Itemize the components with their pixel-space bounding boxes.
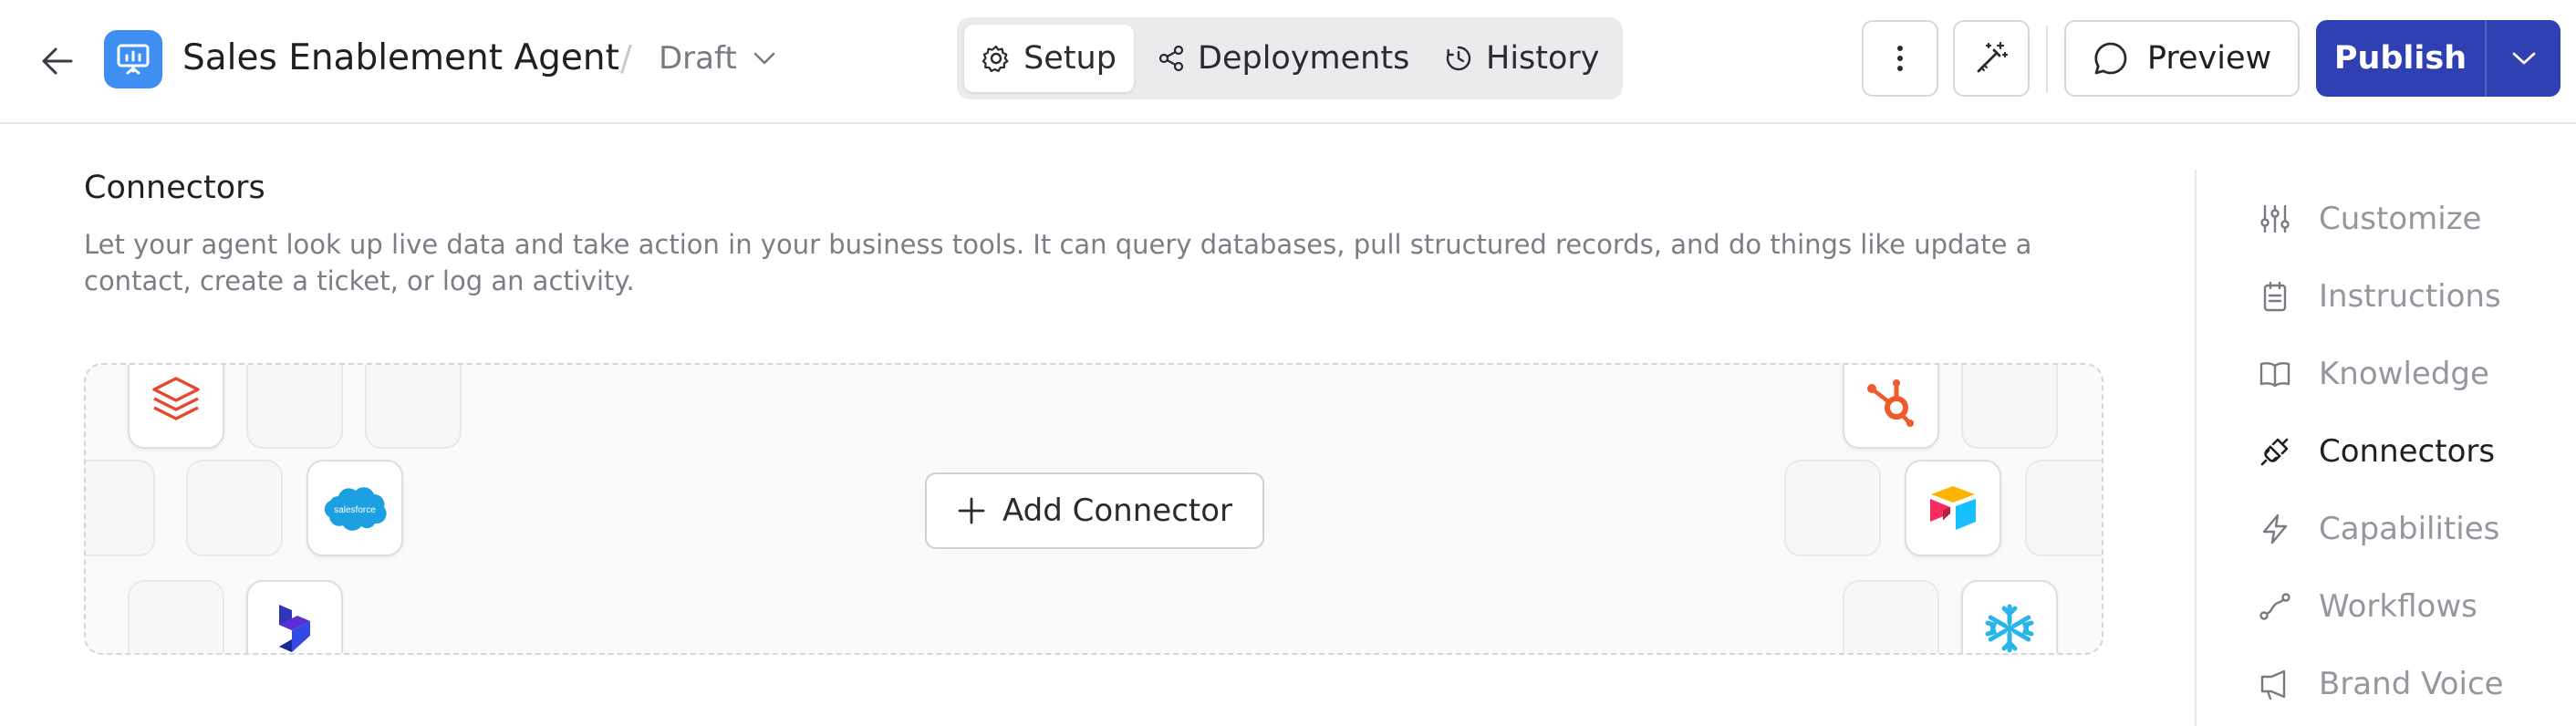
connector-tile-airtable[interactable] <box>1905 460 2001 556</box>
tab-label: History <box>1486 40 1600 77</box>
clipboard-icon <box>2263 281 2287 312</box>
connector-tile-snowflake[interactable] <box>1961 580 2058 653</box>
section-title: Connectors <box>84 170 265 206</box>
sidebar-item-knowledge[interactable]: Knowledge <box>2259 347 2489 401</box>
empty-tile <box>186 460 283 556</box>
empty-tile <box>86 460 155 556</box>
sidebar-item-customize[interactable]: Customize <box>2259 192 2481 246</box>
sidebar-item-instructions[interactable]: Instructions <box>2259 269 2501 324</box>
share-nodes-icon <box>1158 45 1184 72</box>
connector-tile-databricks[interactable] <box>128 365 224 449</box>
agent-avatar <box>104 30 162 88</box>
arrow-left-icon <box>42 47 73 75</box>
add-connector-button[interactable]: Add Connector <box>925 472 1264 549</box>
sidebar-divider <box>2195 170 2197 726</box>
mode-tabs: Setup Deployments History <box>957 17 1623 99</box>
empty-tile <box>1784 460 1881 556</box>
add-connector-label: Add Connector <box>1002 493 1232 529</box>
magic-wand-button[interactable] <box>1953 20 2030 97</box>
chevron-down-icon <box>753 52 775 65</box>
book-icon <box>2259 362 2290 388</box>
status-label: Draft <box>659 40 737 77</box>
preview-label: Preview <box>2146 40 2272 77</box>
sidebar-item-label: Capabilities <box>2319 511 2500 547</box>
megaphone-icon <box>2260 669 2286 700</box>
plus-icon <box>958 497 985 524</box>
breadcrumb-separator: / <box>620 38 632 78</box>
status-dropdown[interactable]: Draft <box>659 33 775 84</box>
gear-icon <box>982 45 1009 72</box>
agent-title: Sales Enablement Agent <box>182 37 619 78</box>
sidebar-item-connectors[interactable]: Connectors <box>2259 424 2495 479</box>
tab-label: Setup <box>1023 40 1117 77</box>
airtable-logo-icon <box>1930 486 1976 530</box>
preview-button[interactable]: Preview <box>2064 20 2300 97</box>
sidebar-item-label: Instructions <box>2319 278 2501 315</box>
chat-bubble-icon <box>2094 42 2127 75</box>
workflow-icon <box>2259 593 2290 620</box>
sidebar-item-label: Connectors <box>2319 433 2496 470</box>
magic-wand-icon <box>1977 41 2009 73</box>
connector-tile-dynamics[interactable] <box>246 580 343 653</box>
salesforce-logo-icon: salesforce <box>324 487 387 531</box>
empty-tile <box>1961 365 2058 449</box>
publish-button[interactable]: Publish <box>2316 20 2485 97</box>
header-divider <box>2046 26 2048 93</box>
top-bar: Sales Enablement Agent / Draft Setup Dep… <box>0 0 2576 124</box>
empty-tile <box>128 580 224 653</box>
sidebar-item-brand-voice[interactable]: Brand Voice <box>2259 657 2504 711</box>
empty-tile <box>246 365 343 449</box>
back-button[interactable] <box>33 36 82 86</box>
sidebar-item-label: Workflows <box>2319 588 2477 625</box>
tab-deployments[interactable]: Deployments <box>1158 25 1449 92</box>
tab-setup[interactable]: Setup <box>964 25 1134 92</box>
snowflake-logo-icon <box>1985 604 2034 653</box>
publish-label: Publish <box>2333 40 2467 77</box>
section-description: Let your agent look up live data and tak… <box>84 229 2032 296</box>
tab-label: Deployments <box>1198 40 1410 77</box>
presentation-icon <box>117 44 150 75</box>
more-options-button[interactable] <box>1862 20 1938 97</box>
databricks-logo-icon <box>152 377 200 420</box>
dynamics-logo-icon <box>279 605 310 652</box>
plug-icon <box>2260 438 2289 466</box>
history-icon <box>1446 46 1471 71</box>
sidebar-item-label: Customize <box>2319 201 2482 237</box>
sliders-icon <box>2260 204 2290 233</box>
hubspot-logo-icon <box>1867 379 1914 427</box>
empty-tile <box>1843 580 1939 653</box>
sidebar-item-capabilities[interactable]: Capabilities <box>2259 502 2499 556</box>
sidebar-item-label: Brand Voice <box>2319 666 2504 702</box>
sidebar-item-workflows[interactable]: Workflows <box>2259 579 2477 634</box>
connector-tile-salesforce[interactable]: salesforce <box>306 460 403 556</box>
more-vertical-icon <box>1897 46 1903 71</box>
sidebar-item-label: Knowledge <box>2319 356 2489 392</box>
chevron-down-icon <box>2512 52 2535 65</box>
connector-tile-hubspot[interactable] <box>1843 365 1939 449</box>
connectors-panel: salesforce Add Connector <box>84 363 2103 655</box>
empty-tile <box>2025 460 2102 556</box>
empty-tile <box>365 365 462 449</box>
publish-options-dropdown[interactable] <box>2487 20 2560 97</box>
salesforce-logo-text: salesforce <box>334 505 376 515</box>
lightning-icon <box>2262 513 2288 544</box>
tab-history[interactable]: History <box>1444 25 1617 92</box>
